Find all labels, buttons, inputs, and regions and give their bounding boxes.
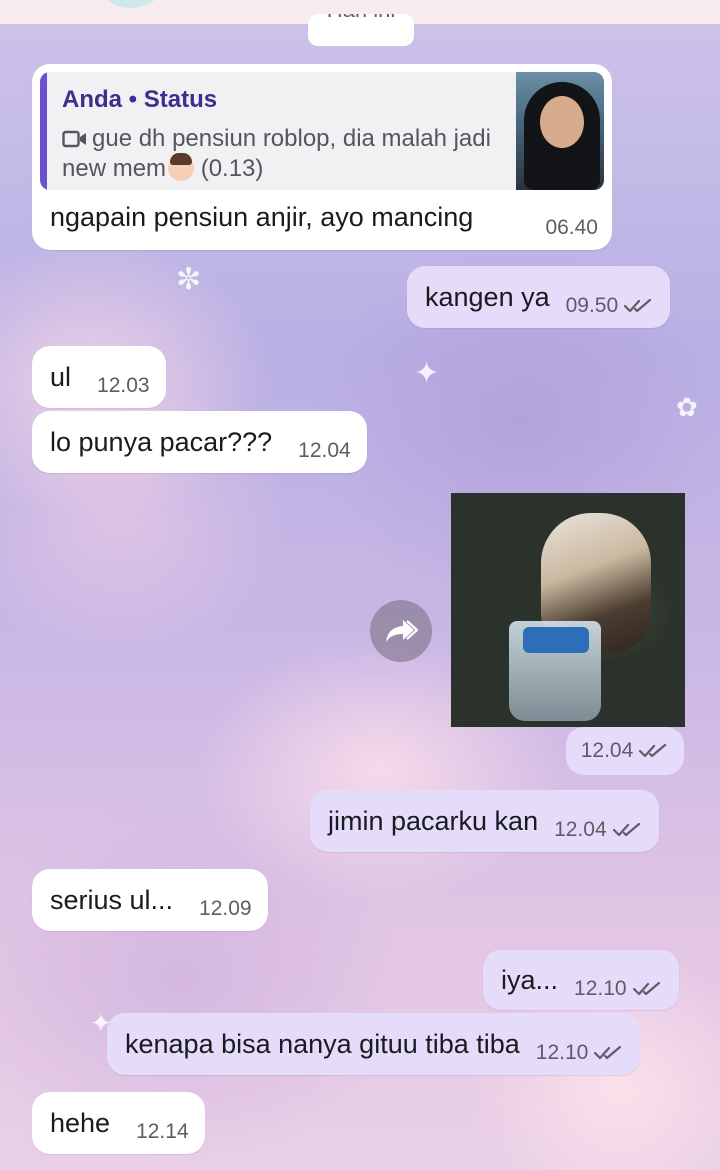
forward-icon <box>386 620 419 642</box>
message-meta: 12.09 <box>199 897 252 921</box>
photo-message[interactable] <box>451 493 685 727</box>
message-meta: 12.04 <box>554 818 643 842</box>
double-check-icon <box>639 743 667 758</box>
message-time: 09.50 <box>565 294 619 317</box>
photo-meta: 12.04 <box>566 727 684 775</box>
message-text: iya... <box>501 964 559 995</box>
sparkle-decoration: ✿ <box>676 392 698 422</box>
message-time: 12.10 <box>535 1041 589 1064</box>
sparkle-decoration: ✦ <box>414 357 440 390</box>
message-text: lo punya pacar??? <box>50 426 273 457</box>
quote-text: gue dh pensiun roblop, dia malah jadi ne… <box>62 125 491 182</box>
message-text: kangen ya <box>425 281 550 312</box>
message-time: 12.04 <box>298 439 351 462</box>
video-icon <box>62 130 86 148</box>
double-check-icon <box>612 822 640 837</box>
message-text: hehe <box>50 1107 111 1138</box>
cup-label-image <box>523 627 589 653</box>
message-text: serius ul... <box>50 884 174 915</box>
woman-emoji-icon <box>168 153 195 181</box>
incoming-message[interactable]: ul 12.03 <box>32 346 166 408</box>
message-meta: 12.14 <box>136 1120 189 1144</box>
sparkle-decoration: ✼ <box>176 263 202 296</box>
message-time: 12.03 <box>97 374 150 397</box>
double-check-icon <box>594 1045 622 1060</box>
outgoing-message[interactable]: kenapa bisa nanya gituu tiba tiba 12.10 <box>107 1013 641 1075</box>
outgoing-message[interactable]: iya... 12.10 <box>483 950 679 1010</box>
date-chip: Hari ini <box>308 14 414 46</box>
double-check-icon <box>624 298 652 313</box>
message-meta: 12.10 <box>536 1041 625 1065</box>
avatar-partial <box>104 0 158 8</box>
reply-message[interactable]: Anda • Status gue dh pensiun roblop, dia… <box>32 64 612 250</box>
incoming-message[interactable]: serius ul... 12.09 <box>32 869 268 931</box>
message-time: 12.09 <box>199 897 252 920</box>
message-text: ul <box>50 361 72 392</box>
quote-accent-bar <box>40 72 47 190</box>
message-meta: 09.50 <box>566 294 655 318</box>
message-time: 12.04 <box>580 739 634 762</box>
message-time: 06.40 <box>545 216 598 239</box>
status-thumbnail <box>516 72 604 190</box>
thumbnail-face <box>540 96 584 148</box>
message-time: 12.10 <box>574 977 627 1000</box>
quote-author: Anda • Status <box>62 86 218 113</box>
message-text: kenapa bisa nanya gituu tiba tiba <box>125 1028 520 1059</box>
message-meta: 12.04 <box>298 439 351 463</box>
outgoing-message[interactable]: jimin pacarku kan 12.04 <box>310 790 659 852</box>
message-time: 12.14 <box>136 1120 189 1143</box>
incoming-message[interactable]: hehe 12.14 <box>32 1092 205 1154</box>
incoming-message[interactable]: lo punya pacar??? 12.04 <box>32 411 367 473</box>
quote-text-block: gue dh pensiun roblop, dia malah jadi ne… <box>62 124 502 184</box>
message-time: 12.04 <box>554 818 607 841</box>
message-meta: 12.03 <box>97 374 150 398</box>
message-text: jimin pacarku kan <box>328 805 539 836</box>
quote-duration: (0.13) <box>200 155 264 182</box>
quoted-status[interactable]: Anda • Status gue dh pensiun roblop, dia… <box>40 72 604 190</box>
outgoing-message[interactable]: kangen ya 09.50 <box>407 266 671 328</box>
message-text: ngapain pensiun anjir, ayo mancing <box>50 202 474 232</box>
message-meta: 12.10 <box>574 977 663 1001</box>
double-check-icon <box>632 981 660 996</box>
forward-button[interactable] <box>370 600 432 662</box>
